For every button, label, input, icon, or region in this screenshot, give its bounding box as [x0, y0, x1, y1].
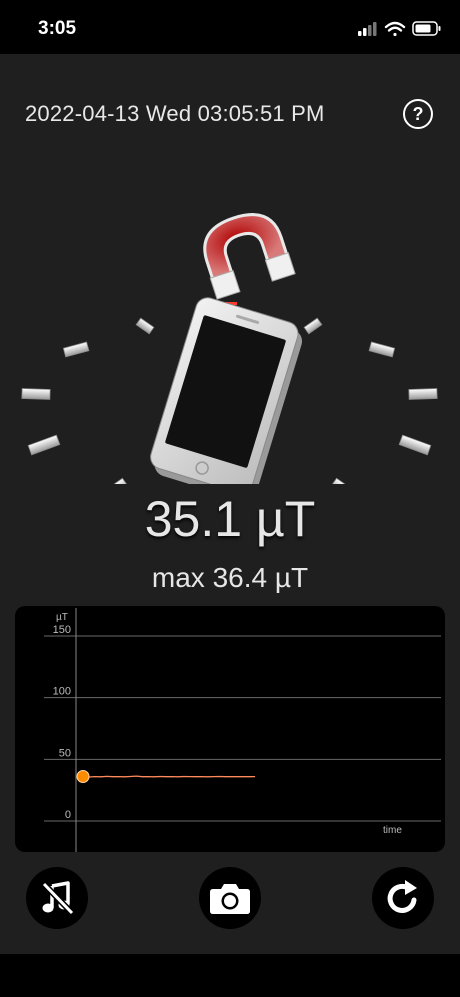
series-line: [82, 775, 256, 778]
dial-tick: [62, 341, 90, 358]
dial-tick: [97, 477, 130, 484]
chart-svg: 0 50 100 150 µT time: [44, 608, 441, 852]
max-field-reading: max 36.4 µT: [151, 562, 309, 593]
music-note-muted-icon: [41, 881, 75, 916]
datetime-label: 2022-04-13 Wed 03:05:51 PM: [25, 101, 325, 126]
series-start-point: [76, 769, 90, 783]
help-button[interactable]: ?: [403, 99, 433, 129]
mute-button[interactable]: [26, 867, 88, 929]
dial-tick: [21, 388, 51, 400]
y-tick-label: 100: [53, 686, 71, 698]
status-bar: 3:05: [0, 0, 460, 54]
refresh-icon: [387, 880, 417, 913]
dial-tick: [27, 434, 61, 456]
dial-tick: [408, 388, 438, 400]
field-history-chart: 0 50 100 150 µT time: [15, 606, 445, 852]
home-indicator-area: [0, 954, 460, 997]
wifi-icon: [384, 21, 406, 37]
y-tick-label: 0: [65, 809, 71, 821]
reset-button[interactable]: [372, 867, 434, 929]
magnet-icon: [203, 213, 296, 300]
gauge-illustration: [21, 213, 438, 484]
phone-icon: [150, 297, 303, 484]
dial-tick: [135, 317, 155, 335]
y-tick-label: 150: [53, 624, 71, 636]
help-icon: ?: [412, 103, 424, 124]
field-strength-reading: 35.1 µT: [144, 491, 316, 547]
dial-tick: [303, 317, 323, 335]
y-axis-unit-label: µT: [56, 612, 68, 623]
camera-icon: [210, 884, 250, 914]
signal-icon: [358, 22, 377, 36]
magnetometer-app: 2022-04-13 Wed 03:05:51 PM ? 35.1 µT max…: [0, 54, 460, 954]
dial-tick: [368, 341, 396, 358]
battery-icon: [412, 21, 441, 36]
status-time: 3:05: [38, 18, 77, 39]
dial-tick: [329, 477, 362, 484]
x-axis-label: time: [383, 825, 402, 836]
camera-button[interactable]: [199, 867, 261, 929]
y-tick-label: 50: [59, 747, 71, 759]
dial-tick: [398, 434, 432, 456]
status-icons: [358, 21, 441, 37]
